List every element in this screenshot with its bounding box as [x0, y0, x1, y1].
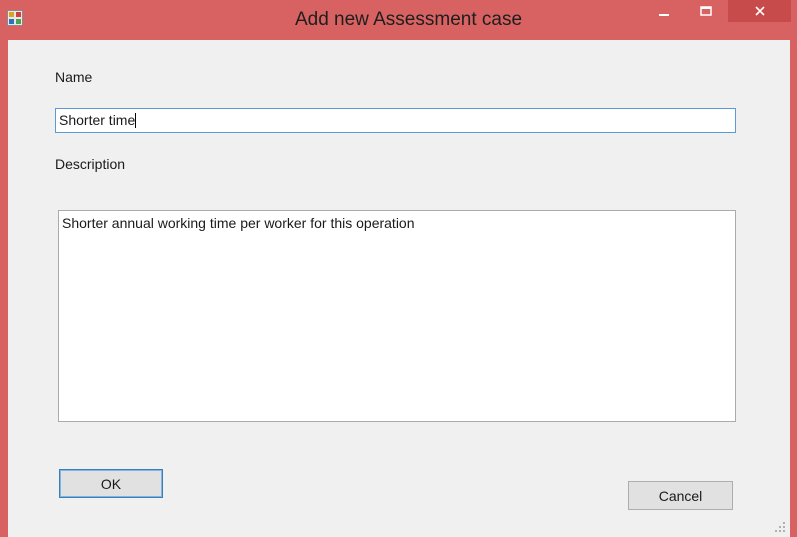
description-value: Shorter annual working time per worker f… — [62, 215, 415, 231]
description-label: Description — [55, 156, 126, 172]
name-label: Name — [55, 69, 93, 85]
title-bar[interactable]: Add new Assessment case — [0, 0, 797, 40]
text-caret — [135, 113, 137, 128]
dialog-body: Name Shorter time Description Shorter an… — [8, 40, 790, 537]
maximize-button[interactable] — [688, 0, 724, 22]
dialog-window: Add new Assessment case Name Shorter tim… — [0, 0, 797, 537]
description-textarea[interactable]: Shorter annual working time per worker f… — [58, 210, 736, 422]
ok-button[interactable]: OK — [59, 469, 163, 498]
minimize-icon — [659, 14, 669, 16]
maximize-icon — [700, 6, 712, 16]
cancel-button[interactable]: Cancel — [628, 481, 733, 510]
minimize-button[interactable] — [648, 0, 680, 22]
name-input[interactable]: Shorter time — [55, 108, 736, 133]
ok-button-label: OK — [100, 475, 122, 492]
close-button[interactable] — [728, 0, 791, 22]
resize-grip-icon[interactable] — [774, 521, 786, 533]
name-input-value: Shorter time — [59, 112, 136, 128]
close-icon — [754, 6, 765, 16]
cancel-button-label: Cancel — [658, 487, 703, 504]
